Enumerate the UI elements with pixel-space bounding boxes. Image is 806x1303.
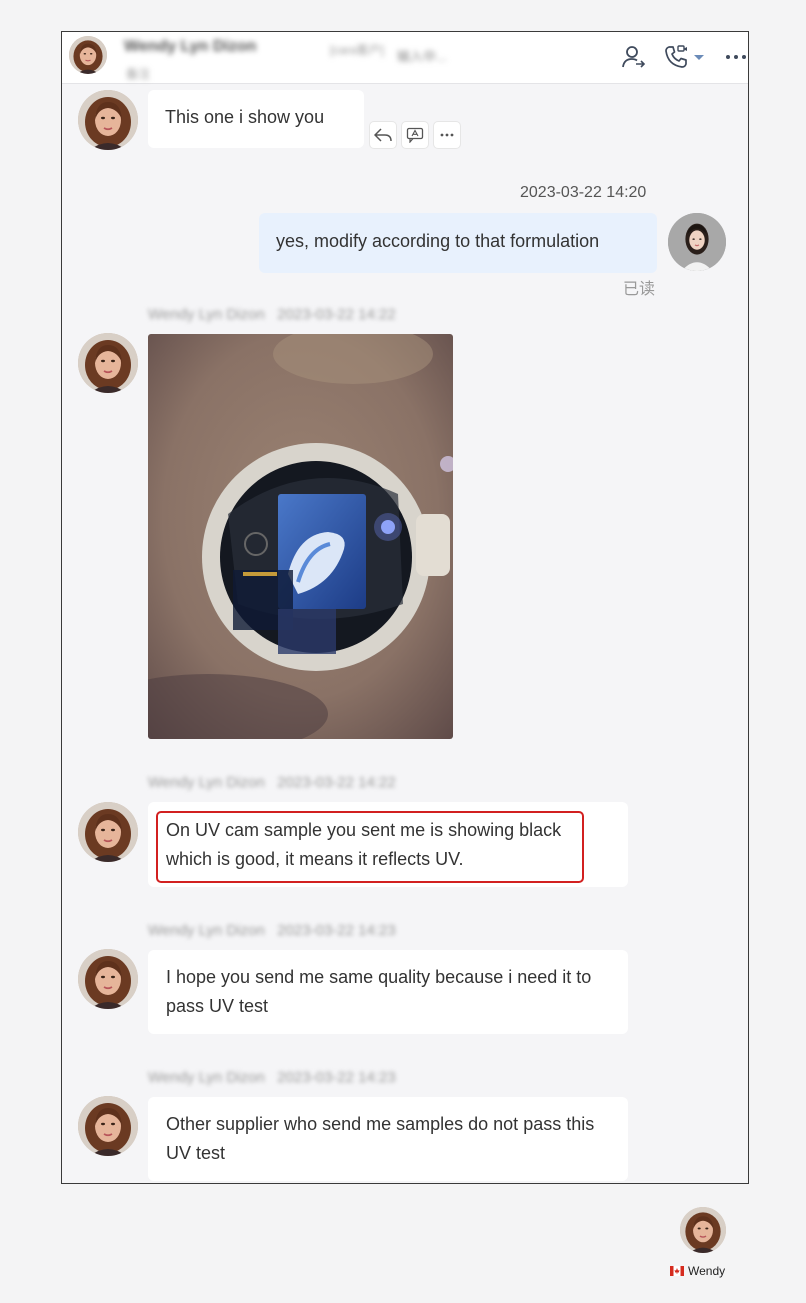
- canada-flag-icon: [670, 1266, 684, 1276]
- message-more-button[interactable]: [433, 121, 461, 149]
- sender-avatar[interactable]: [78, 802, 138, 862]
- contact-info-button[interactable]: [619, 44, 647, 70]
- message-text: yes, modify according to that formulatio…: [276, 231, 600, 251]
- sender-name: Wendy Lyn Dizon: [148, 922, 265, 939]
- sender-name: Wendy Lyn Dizon: [148, 306, 265, 323]
- wendy-label: Wendy: [670, 1264, 725, 1278]
- typing-status: 输入中...: [397, 49, 447, 64]
- sender-name: Wendy Lyn Dizon: [148, 1069, 265, 1086]
- message-meta: Wendy Lyn Dizon 2023-03-22 14:23: [148, 1069, 396, 1086]
- message-time: 2023-03-22 14:23: [277, 922, 396, 939]
- sender-avatar[interactable]: [78, 1096, 138, 1156]
- translate-button[interactable]: [401, 121, 429, 149]
- message-text: I hope you send me same quality because …: [166, 967, 592, 1016]
- read-status: 已读: [623, 281, 656, 298]
- message-time: 2023-03-22 14:23: [277, 1069, 396, 1086]
- message-bubble[interactable]: On UV cam sample you sent me is showing …: [148, 802, 628, 887]
- message-text: Other supplier who send me samples do no…: [166, 1114, 595, 1163]
- reply-icon: [374, 128, 392, 142]
- contact-avatar[interactable]: [69, 36, 107, 74]
- message-bubble[interactable]: I hope you send me same quality because …: [148, 950, 628, 1034]
- user-switch-icon: [622, 46, 646, 68]
- message-text: This one i show you: [165, 107, 325, 127]
- message-text: On UV cam sample you sent me is showing …: [166, 820, 562, 869]
- sender-avatar[interactable]: [78, 90, 138, 150]
- call-dropdown-button[interactable]: [690, 44, 708, 70]
- sender-avatar[interactable]: [78, 949, 138, 1009]
- reply-button[interactable]: [369, 121, 397, 149]
- phone-video-icon: [665, 45, 687, 68]
- chat-header: Wendy Lyn Dizon [cara客户] 备注 输入中...: [62, 32, 748, 84]
- my-avatar[interactable]: [668, 213, 726, 271]
- message-bubble[interactable]: Other supplier who send me samples do no…: [148, 1097, 628, 1181]
- message-time: 2023-03-22 14:22: [277, 774, 396, 791]
- sender-name: Wendy Lyn Dizon: [148, 774, 265, 791]
- contact-tag: [cara客户]: [330, 43, 385, 57]
- chat-window: Wendy Lyn Dizon [cara客户] 备注 输入中... This …: [61, 31, 749, 1184]
- message-meta: Wendy Lyn Dizon 2023-03-22 14:22: [148, 774, 396, 791]
- contact-name[interactable]: Wendy Lyn Dizon: [124, 38, 256, 56]
- message-time: 2023-03-22 14:22: [277, 306, 396, 323]
- translate-icon: [406, 127, 424, 143]
- chevron-down-icon: [694, 55, 704, 60]
- wendy-name: Wendy: [688, 1264, 726, 1278]
- message-meta: Wendy Lyn Dizon 2023-03-22 14:23: [148, 922, 396, 939]
- my-message-bubble[interactable]: yes, modify according to that formulatio…: [259, 213, 657, 273]
- sender-avatar[interactable]: [78, 333, 138, 393]
- message-meta: Wendy Lyn Dizon 2023-03-22 14:22: [148, 306, 396, 323]
- message-bubble[interactable]: This one i show you: [148, 90, 364, 148]
- more-dots-icon: [440, 133, 454, 137]
- call-button[interactable]: [662, 44, 690, 70]
- image-message[interactable]: [148, 334, 453, 739]
- message-time: 2023-03-22 14:20: [520, 184, 647, 201]
- more-options-button[interactable]: [722, 44, 748, 70]
- wendy-avatar: [680, 1207, 726, 1253]
- contact-subtitle: 备注: [126, 67, 151, 81]
- more-dots-icon: [726, 55, 746, 59]
